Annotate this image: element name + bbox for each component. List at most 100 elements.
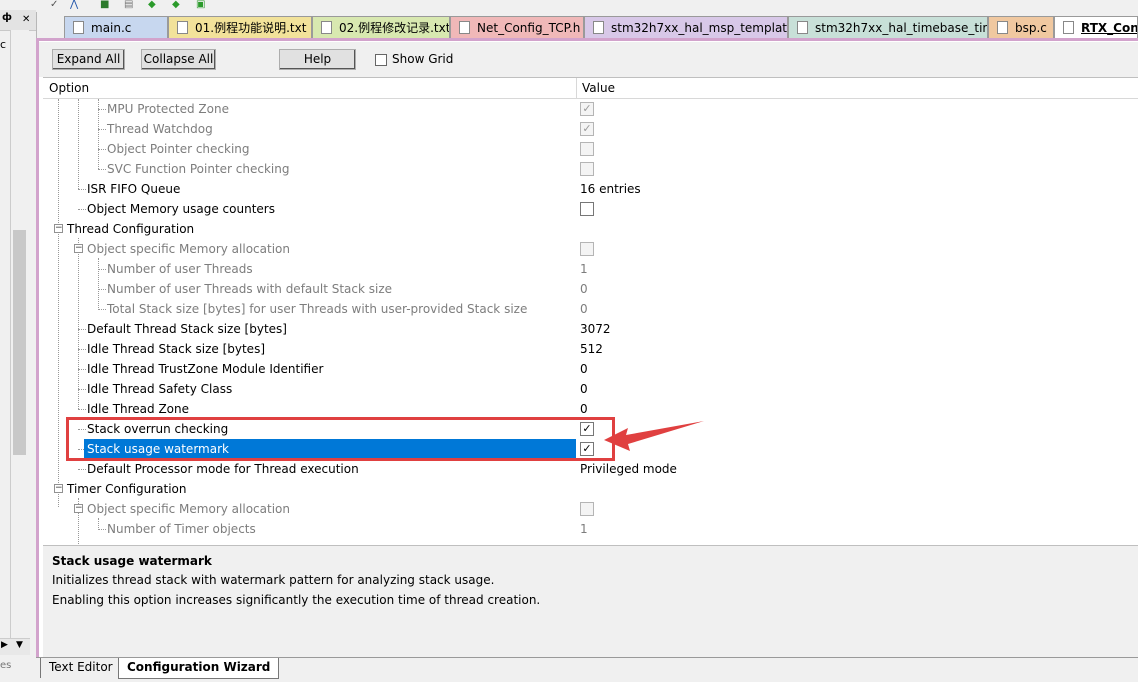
tab-text-editor[interactable]: Text Editor: [40, 658, 122, 678]
help-button[interactable]: Help: [279, 49, 356, 70]
option-row[interactable]: Number of user Threads with default Stac…: [43, 279, 1138, 299]
option-value[interactable]: 0: [580, 362, 588, 376]
option-value[interactable]: 0: [580, 402, 588, 416]
option-row[interactable]: Total Stack size [bytes] for user Thread…: [43, 299, 1138, 319]
tab-hal-timebase[interactable]: stm32h7xx_hal_timebase_tim.c: [788, 16, 988, 38]
expand-all-button[interactable]: Expand All: [52, 49, 125, 70]
option-label: Idle Thread TrustZone Module Identifier: [87, 362, 324, 376]
thread-watchdog-checkbox[interactable]: ✓: [580, 122, 594, 136]
diamond-icon[interactable]: ◆: [172, 0, 184, 10]
option-row[interactable]: Number of Timer objects 1: [43, 519, 1138, 539]
collapse-icon[interactable]: −: [54, 224, 63, 233]
collapse-icon[interactable]: −: [54, 484, 63, 493]
option-row[interactable]: Idle Thread Safety Class 0: [43, 379, 1138, 399]
tab-main-c[interactable]: main.c: [64, 16, 168, 38]
svc-pointer-checking-checkbox[interactable]: [580, 162, 594, 176]
download-icon[interactable]: ◆: [148, 0, 160, 10]
option-value[interactable]: 512: [580, 342, 603, 356]
tab-net-config[interactable]: Net_Config_TCP.h: [450, 16, 584, 38]
options-grid: Option Value MPU Protected Zone ✓ Thread…: [43, 77, 1138, 546]
description-line: Initializes thread stack with watermark …: [52, 573, 495, 587]
option-row[interactable]: − Object specific Memory allocation: [43, 239, 1138, 259]
option-value[interactable]: 0: [580, 382, 588, 396]
tree-branch: [98, 309, 106, 310]
option-value[interactable]: 16 entries: [580, 182, 641, 196]
option-row[interactable]: Number of user Threads 1: [43, 259, 1138, 279]
option-row[interactable]: ISR FIFO Queue 16 entries: [43, 179, 1138, 199]
tab-bsp-c[interactable]: bsp.c: [988, 16, 1054, 38]
tree-icon[interactable]: ⋀: [70, 0, 82, 10]
option-row[interactable]: Default Thread Stack size [bytes] 3072: [43, 319, 1138, 339]
editor-mode-tabs: Text Editor Configuration Wizard: [36, 657, 1138, 682]
tab-hal-msp[interactable]: stm32h7xx_hal_msp_template.c: [584, 16, 788, 38]
mpu-protected-zone-checkbox[interactable]: ✓: [580, 102, 594, 116]
option-value[interactable]: Privileged mode: [580, 462, 677, 476]
project-pane-tab-fragment[interactable]: es: [0, 660, 34, 678]
option-label: MPU Protected Zone: [107, 102, 229, 116]
tab-label: bsp.c: [1015, 21, 1047, 35]
option-row[interactable]: Default Processor mode for Thread execut…: [43, 459, 1138, 479]
tree-branch: [98, 169, 106, 170]
text-file-icon: [177, 21, 188, 34]
option-label: Total Stack size [bytes] for user Thread…: [107, 302, 528, 316]
option-label: Number of user Threads with default Stac…: [107, 282, 393, 296]
highlight-box-annotation: [66, 417, 615, 461]
option-row[interactable]: Idle Thread Stack size [bytes] 512: [43, 339, 1138, 359]
option-label: Object Memory usage counters: [87, 202, 275, 216]
scroll-right-icon[interactable]: ▶: [1, 640, 8, 650]
copy-icon[interactable]: ▤: [124, 0, 136, 10]
tab-label: stm32h7xx_hal_msp_template.c: [611, 21, 788, 35]
c-file-icon: [997, 21, 1008, 34]
checkmark-icon[interactable]: ✓: [50, 0, 62, 10]
option-row[interactable]: − Object specific Memory allocation: [43, 499, 1138, 519]
project-pane-hscrollbar[interactable]: ▶ ▼: [0, 638, 30, 655]
option-label: Number of user Threads: [107, 262, 253, 276]
option-value[interactable]: 0: [580, 302, 588, 316]
option-row[interactable]: Idle Thread TrustZone Module Identifier …: [43, 359, 1138, 379]
tab-function-notes[interactable]: 01.例程功能说明.txt: [168, 16, 312, 38]
option-label: ISR FIFO Queue: [87, 182, 181, 196]
value-column-header[interactable]: Value: [582, 81, 615, 95]
collapse-all-button[interactable]: Collapse All: [141, 49, 216, 70]
option-row[interactable]: SVC Function Pointer checking: [43, 159, 1138, 179]
timer-memory-allocation-checkbox[interactable]: [580, 502, 594, 516]
scrollbar-thumb[interactable]: [13, 230, 26, 455]
option-row[interactable]: − Timer Configuration: [43, 479, 1138, 499]
collapse-icon[interactable]: −: [74, 244, 83, 253]
tab-change-log[interactable]: 02.例程修改记录.txt: [312, 16, 450, 38]
text-file-icon: [321, 21, 332, 34]
collapse-icon[interactable]: −: [74, 504, 83, 513]
pane-close-icon[interactable]: ✕: [22, 14, 30, 25]
tab-label: 01.例程功能说明.txt: [195, 21, 307, 35]
description-line: Enabling this option increases significa…: [52, 593, 541, 607]
object-pointer-checking-checkbox[interactable]: [580, 142, 594, 156]
pane-pin-icon[interactable]: ф: [2, 12, 12, 23]
pane-side-letter: c: [0, 38, 7, 51]
tab-configuration-wizard[interactable]: Configuration Wizard: [118, 658, 280, 679]
tree-branch: [78, 389, 86, 390]
option-row[interactable]: Idle Thread Zone 0: [43, 399, 1138, 419]
option-row[interactable]: − Thread Configuration: [43, 219, 1138, 239]
scroll-down-icon[interactable]: ▼: [16, 640, 23, 650]
project-pane-scrollbar[interactable]: [10, 30, 29, 638]
option-row[interactable]: Object Memory usage counters: [43, 199, 1138, 219]
option-label: Idle Thread Stack size [bytes]: [87, 342, 266, 356]
tab-rtx-conf[interactable]: RTX_Conf: [1054, 16, 1138, 38]
c-file-icon: [797, 21, 808, 34]
column-divider[interactable]: [576, 78, 577, 98]
window-icon[interactable]: ■: [100, 0, 112, 10]
option-value[interactable]: 1: [580, 262, 588, 276]
option-value[interactable]: 3072: [580, 322, 611, 336]
option-row[interactable]: Thread Watchdog ✓: [43, 119, 1138, 139]
option-column-header[interactable]: Option: [49, 81, 89, 95]
show-grid-checkbox[interactable]: [375, 54, 387, 66]
tree-branch: [98, 149, 106, 150]
option-value[interactable]: 1: [580, 522, 588, 536]
tree-branch: [78, 329, 86, 330]
option-row[interactable]: MPU Protected Zone ✓: [43, 99, 1138, 119]
option-row[interactable]: Object Pointer checking: [43, 139, 1138, 159]
object-memory-counters-checkbox[interactable]: [580, 202, 594, 216]
thread-memory-allocation-checkbox[interactable]: [580, 242, 594, 256]
option-value[interactable]: 0: [580, 282, 588, 296]
build-icon[interactable]: ▣: [196, 0, 208, 10]
